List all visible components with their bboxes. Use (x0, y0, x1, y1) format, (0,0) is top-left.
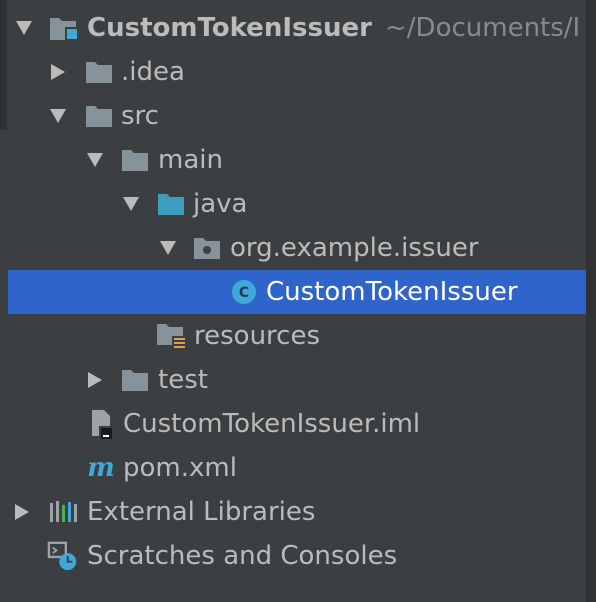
tree-node-java[interactable]: java (0, 182, 586, 226)
window-edge-right (586, 0, 596, 602)
tree-node-src[interactable]: src (0, 94, 586, 138)
expanded-arrow-icon[interactable] (121, 182, 141, 226)
tree-node-label: Scratches and Consoles (87, 541, 398, 571)
expanded-arrow-icon[interactable] (14, 6, 34, 50)
folder-icon (83, 94, 115, 138)
expanded-arrow-icon[interactable] (85, 138, 105, 182)
folder-icon (119, 138, 151, 182)
tree-node-label: resources (194, 321, 321, 351)
tree-node-label: pom.xml (123, 453, 237, 483)
tree-node-label: CustomTokenIssuer (87, 13, 372, 43)
scratches-icon (47, 534, 79, 578)
collapsed-arrow-icon[interactable] (85, 358, 105, 402)
svg-text:m: m (87, 453, 115, 483)
project-tree[interactable]: CustomTokenIssuer ~/Documents/I .idea sr… (0, 6, 586, 578)
tree-node-label: src (121, 101, 159, 131)
tree-node-label: External Libraries (87, 497, 316, 527)
expanded-arrow-icon[interactable] (158, 226, 178, 270)
collapsed-arrow-icon[interactable] (12, 490, 32, 534)
tree-node-label: .idea (121, 57, 185, 87)
tree-node-scratches[interactable]: Scratches and Consoles (0, 534, 586, 578)
package-icon (191, 226, 223, 270)
libraries-icon (47, 490, 79, 534)
module-folder-icon (48, 6, 80, 50)
tree-node-class-selected[interactable]: C CustomTokenIssuer (8, 270, 586, 314)
tree-node-test[interactable]: test (0, 358, 586, 402)
tree-node-external-libraries[interactable]: External Libraries (0, 490, 586, 534)
tree-node-iml[interactable]: CustomTokenIssuer.iml (0, 402, 586, 446)
folder-icon (119, 358, 151, 402)
tree-node-main[interactable]: main (0, 138, 586, 182)
expanded-arrow-icon[interactable] (48, 94, 68, 138)
tree-node-idea[interactable]: .idea (0, 50, 586, 94)
tree-node-label: java (193, 189, 248, 219)
resources-folder-icon (155, 314, 187, 358)
maven-icon: m (85, 446, 117, 490)
tree-node-resources[interactable]: resources (0, 314, 586, 358)
tree-node-label: CustomTokenIssuer (266, 277, 518, 307)
svg-text:C: C (239, 285, 249, 301)
tree-node-label: org.example.issuer (230, 233, 479, 263)
project-path: ~/Documents/I (385, 13, 581, 43)
tree-node-package[interactable]: org.example.issuer (0, 226, 586, 270)
java-class-icon: C (228, 270, 260, 314)
collapsed-arrow-icon[interactable] (48, 50, 68, 94)
tree-node-label: main (158, 145, 223, 175)
source-folder-icon (155, 182, 187, 226)
tree-node-label: CustomTokenIssuer.iml (123, 409, 421, 439)
tree-node-label: test (158, 365, 208, 395)
tree-node-root[interactable]: CustomTokenIssuer ~/Documents/I (0, 6, 586, 50)
tree-node-pom[interactable]: m pom.xml (0, 446, 586, 490)
folder-icon (83, 50, 115, 94)
iml-file-icon (85, 402, 117, 446)
